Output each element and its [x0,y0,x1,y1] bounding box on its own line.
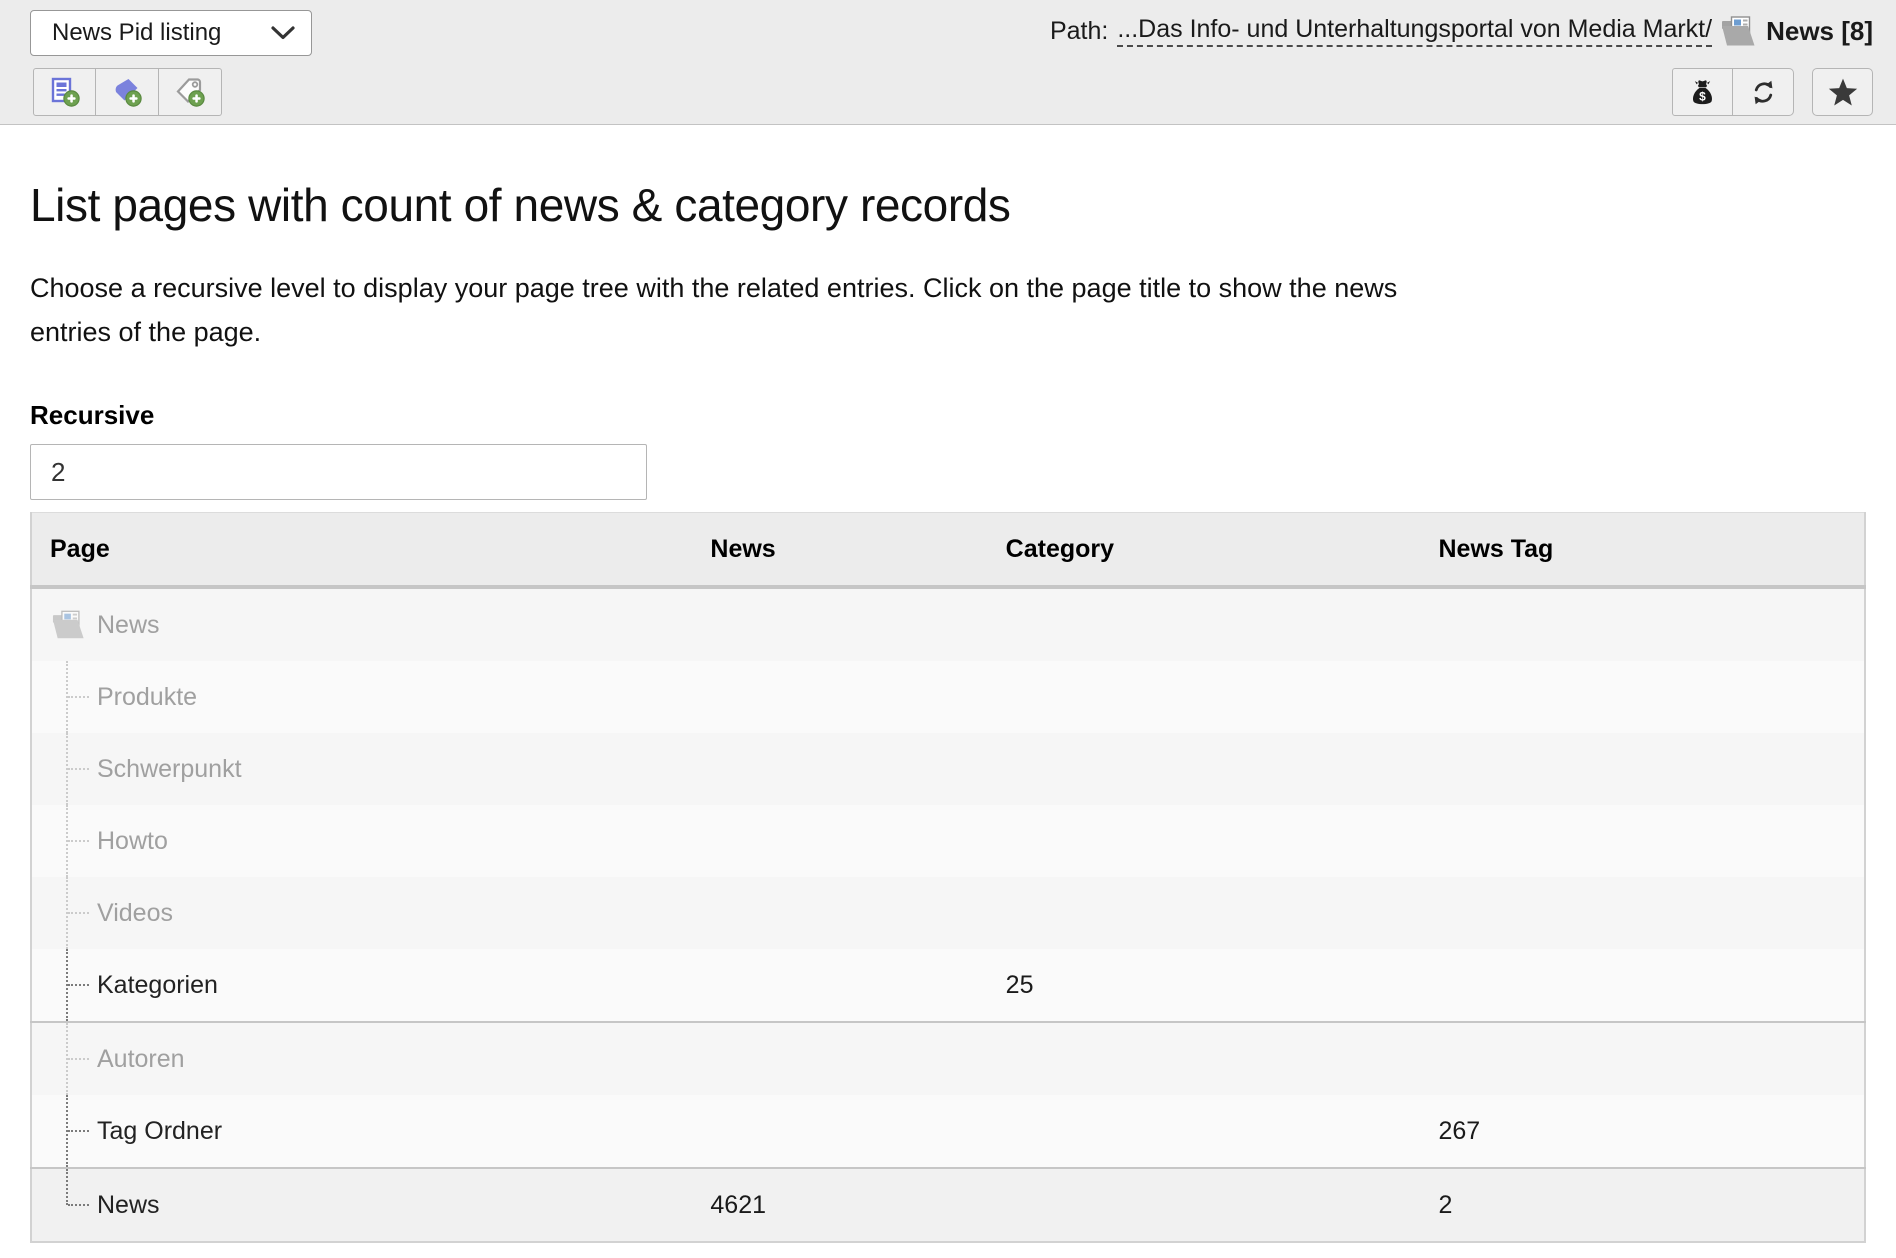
page-title-link[interactable]: Tag Ordner [97,1117,222,1145]
description-line-1: Choose a recursive level to display your… [30,273,1397,303]
path-label: Path: [1050,17,1108,46]
page-cell: Videos [31,877,700,949]
new-news-tag-button[interactable] [159,68,222,116]
description-line-2: entries of the page. [30,317,261,347]
current-page-title: News [8] [1766,16,1873,47]
table-row: Produkte [31,661,1865,733]
new-record-buttons [33,68,222,116]
page-cell: News [31,1168,700,1242]
newstag-count-cell: 2 [1428,1168,1865,1242]
module-body: List pages with count of news & category… [0,178,1896,1243]
column-header-news: News [700,513,995,588]
newstag-count-cell [1428,805,1865,877]
news-document-plus-icon [50,77,80,107]
page-cell: Kategorien [31,949,700,1022]
category-count-cell [996,877,1429,949]
news-count-cell [700,877,995,949]
star-icon [1828,78,1858,107]
path-link[interactable]: ...Das Info- und Unterhaltungsportal von… [1117,15,1712,47]
column-header-page: Page [31,513,700,588]
page-title-link: Videos [97,899,173,927]
doc-header-bar: News Pid listing [0,0,1896,125]
folder-news-icon [52,610,86,640]
module-select-value: News Pid listing [52,19,221,47]
action-buttons: $ [1672,68,1794,116]
bookmark-button[interactable] [1812,68,1873,116]
tag-plus-icon [175,77,205,107]
table-header-row: Page News Category News Tag [31,513,1865,588]
page-title-link[interactable]: News [97,1191,160,1219]
recursive-input[interactable] [30,444,647,500]
column-header-category: Category [996,513,1429,588]
money-bag-button[interactable]: $ [1672,68,1733,116]
chevron-down-icon [271,26,295,40]
news-count-cell [700,587,995,661]
folder-news-icon [1721,16,1757,47]
newstag-count-cell [1428,877,1865,949]
newstag-count-cell [1428,587,1865,661]
newstag-count-cell [1428,949,1865,1022]
category-count-cell [996,805,1429,877]
page-title-link: Produkte [97,683,197,711]
page-cell: Autoren [31,1022,700,1095]
table-row: News [31,587,1865,661]
page-cell: Tag Ordner [31,1095,700,1168]
news-count-cell [700,1095,995,1168]
page-title-link: Howto [97,827,168,855]
newstag-count-cell: 267 [1428,1095,1865,1168]
reload-icon [1749,78,1778,107]
page-cell: Howto [31,805,700,877]
newstag-count-cell [1428,733,1865,805]
new-news-record-button[interactable] [33,68,96,116]
breadcrumb: Path: ...Das Info- und Unterhaltungsport… [1050,15,1873,47]
reload-button[interactable] [1733,68,1794,116]
svg-text:$: $ [1699,89,1706,103]
news-count-cell [700,733,995,805]
page-cell: News [31,587,700,661]
category-tag-plus-icon [112,77,142,107]
news-count-cell [700,661,995,733]
news-count-cell [700,949,995,1022]
table-row: Autoren [31,1022,1865,1095]
module-description: Choose a recursive level to display your… [30,266,1866,354]
money-bag-icon: $ [1689,78,1716,107]
page-count-table: Page News Category News Tag News Produkte… [30,512,1866,1243]
new-category-button[interactable] [96,68,159,116]
category-count-cell [996,1095,1429,1168]
column-header-newstag: News Tag [1428,513,1865,588]
category-count-cell [996,733,1429,805]
page-title-link: Autoren [97,1045,185,1073]
table-row: Tag Ordner 267 [31,1095,1865,1168]
recursive-label: Recursive [30,400,1866,431]
newstag-count-cell [1428,1022,1865,1095]
category-count-cell [996,1168,1429,1242]
category-count-cell: 25 [996,949,1429,1022]
category-count-cell [996,1022,1429,1095]
table-body: News Produkte Schwerpunkt Howto Videos Katego… [31,587,1865,1242]
page-title-link[interactable]: Kategorien [97,971,218,999]
table-row: News 4621 2 [31,1168,1865,1242]
table-row: Videos [31,877,1865,949]
newstag-count-cell [1428,661,1865,733]
table-row: Kategorien 25 [31,949,1865,1022]
page-title-link: Schwerpunkt [97,755,242,783]
module-select[interactable]: News Pid listing [30,10,312,56]
page-title: List pages with count of news & category… [30,178,1866,232]
page-cell: Schwerpunkt [31,733,700,805]
category-count-cell [996,661,1429,733]
table-row: Howto [31,805,1865,877]
page-title-link: News [97,611,160,639]
category-count-cell [996,587,1429,661]
page-cell: Produkte [31,661,700,733]
news-count-cell [700,1022,995,1095]
news-count-cell [700,805,995,877]
news-count-cell: 4621 [700,1168,995,1242]
table-row: Schwerpunkt [31,733,1865,805]
